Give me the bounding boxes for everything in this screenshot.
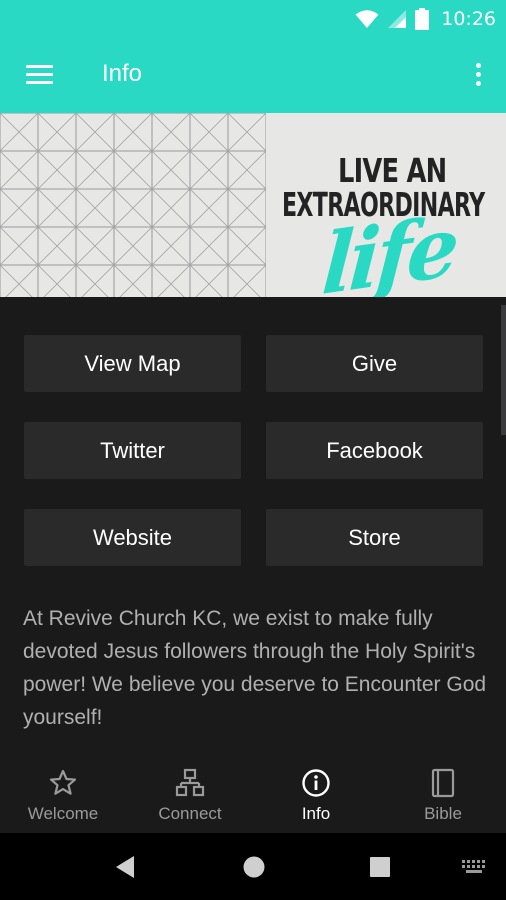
back-icon[interactable] <box>114 855 136 879</box>
nav-item-info[interactable]: Info <box>253 754 379 833</box>
book-icon <box>431 768 455 798</box>
page-title: Info <box>102 60 143 87</box>
status-time: 10:26 <box>441 7 496 30</box>
nav-label-info: Info <box>301 804 331 823</box>
battery-icon <box>415 7 430 30</box>
app-bar: Info <box>0 37 506 113</box>
nav-label-bible: Bible <box>424 804 462 823</box>
system-navigation-bar <box>0 833 506 900</box>
home-icon[interactable] <box>242 855 266 879</box>
scrollbar[interactable] <box>501 305 506 435</box>
church-description: At Revive Church KC, we exist to make fu… <box>23 607 487 729</box>
star-icon <box>49 769 77 795</box>
bottom-navigation: Welcome Connect Info Bible <box>0 754 506 833</box>
nav-label-welcome: Welcome <box>27 804 99 823</box>
hero-banner: LIVE AN EXTRAORDINARY life <box>0 113 506 297</box>
cell-signal-icon <box>388 9 407 28</box>
keyboard-icon[interactable] <box>461 859 489 875</box>
info-content: View Map Give Twitter Facebook Website S… <box>0 297 506 754</box>
org-chart-icon <box>175 768 205 797</box>
nav-item-bible[interactable]: Bible <box>380 754 506 833</box>
view-map-button[interactable]: View Map <box>24 335 241 392</box>
hamburger-menu-icon[interactable] <box>20 57 60 93</box>
status-icons: 10:26 <box>355 6 496 31</box>
nav-item-welcome[interactable]: Welcome <box>0 754 126 833</box>
info-icon <box>302 769 330 797</box>
nav-label-connect: Connect <box>158 804 222 823</box>
recents-icon[interactable] <box>369 856 391 878</box>
status-bar: 10:26 <box>0 0 506 37</box>
website-button[interactable]: Website <box>24 509 241 566</box>
facebook-button[interactable]: Facebook <box>266 422 483 479</box>
twitter-button[interactable]: Twitter <box>24 422 241 479</box>
more-options-icon[interactable] <box>468 57 488 93</box>
store-button[interactable]: Store <box>266 509 483 566</box>
nav-item-connect[interactable]: Connect <box>127 754 253 833</box>
wifi-icon <box>355 9 379 28</box>
give-button[interactable]: Give <box>266 335 483 392</box>
